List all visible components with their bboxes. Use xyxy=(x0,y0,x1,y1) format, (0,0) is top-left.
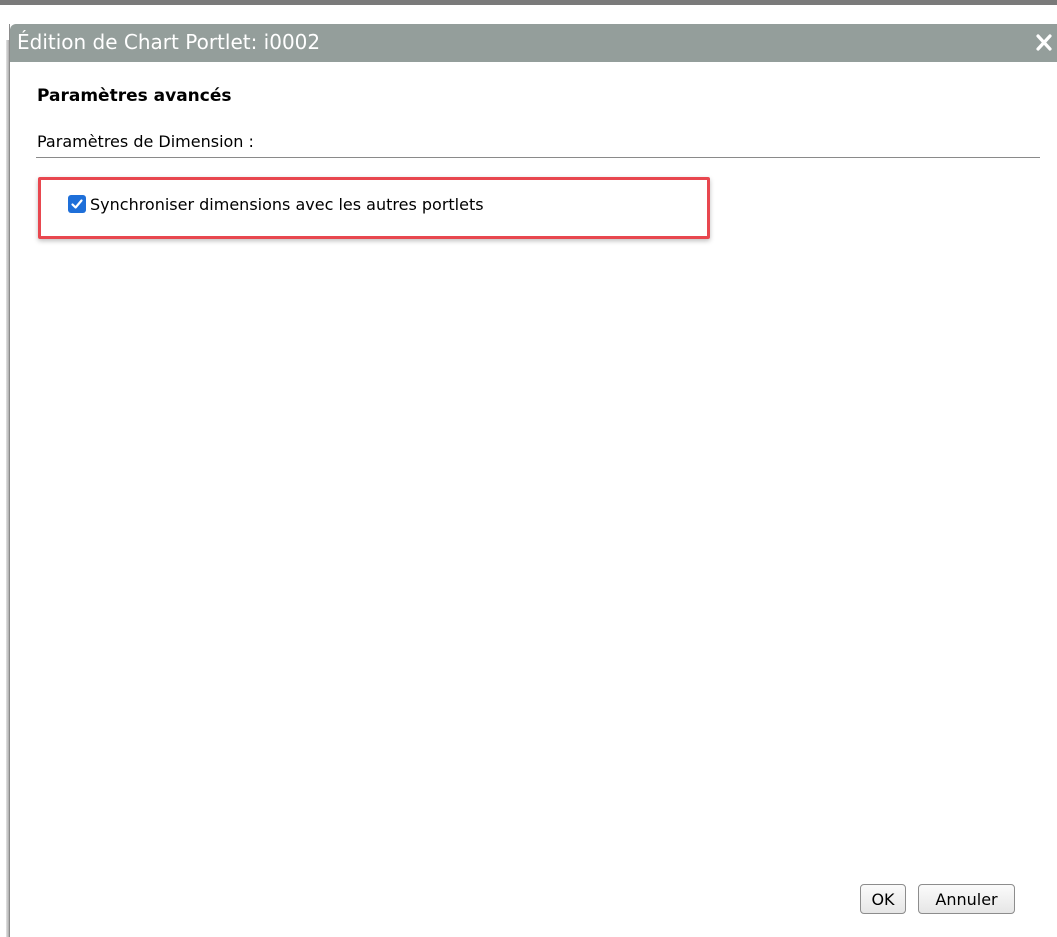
section-heading: Paramètres avancés xyxy=(37,86,232,106)
sync-dimensions-checkbox[interactable] xyxy=(68,195,86,213)
window-top-edge xyxy=(0,0,1057,5)
subsection-label: Paramètres de Dimension : xyxy=(37,132,254,151)
ok-button[interactable]: OK xyxy=(860,884,906,914)
dialog-title: Édition de Chart Portlet: i0002 xyxy=(17,30,321,54)
checkmark-icon xyxy=(71,199,83,209)
dialog-titlebar[interactable]: Édition de Chart Portlet: i0002 xyxy=(10,24,1057,62)
cancel-button[interactable]: Annuler xyxy=(918,884,1015,914)
sync-dimensions-option[interactable]: Synchroniser dimensions avec les autres … xyxy=(68,192,484,216)
close-icon[interactable] xyxy=(1032,28,1056,56)
page-background: Édition de Chart Portlet: i0002 Paramètr… xyxy=(0,0,1057,937)
edit-portlet-dialog: Édition de Chart Portlet: i0002 Paramètr… xyxy=(9,24,1057,937)
subsection-divider xyxy=(36,157,1040,158)
sync-dimensions-label[interactable]: Synchroniser dimensions avec les autres … xyxy=(90,195,484,214)
